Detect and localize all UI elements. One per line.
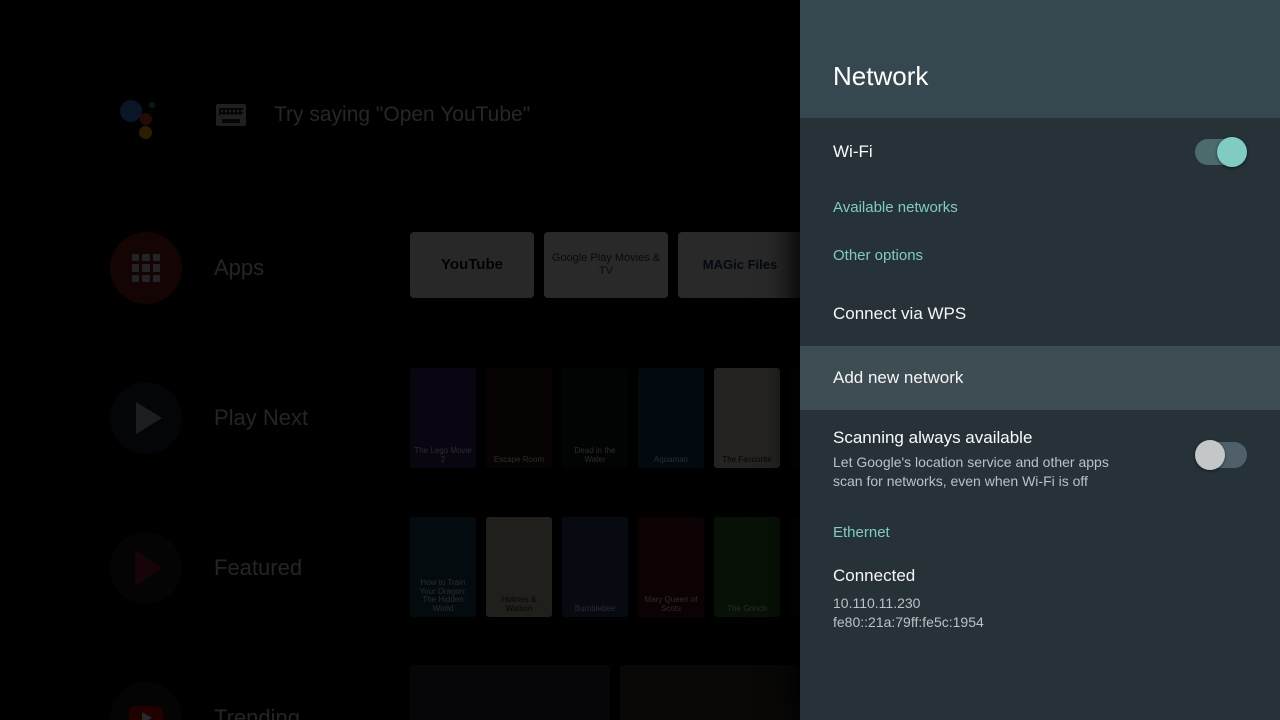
row-label-trending: Trending [214, 705, 301, 720]
app-tile[interactable]: MAGic Files [678, 232, 802, 298]
featured-poster-strip: How to Train Your Dragon: The Hidden Wor… [410, 517, 856, 617]
row-label-play-next: Play Next [214, 405, 309, 430]
connection-status: Connected [833, 566, 916, 585]
page-title: Network [833, 61, 929, 91]
ethernet-header: Ethernet [833, 523, 890, 541]
wifi-label: Wi-Fi [833, 142, 873, 161]
proxy-settings-item[interactable] [800, 663, 1280, 720]
network-settings-panel: Network Wi-Fi Available networks Other o… [800, 0, 1280, 720]
menu-item-add-new-network[interactable]: Add new network [800, 346, 1280, 410]
menu-item-connect-via-wps[interactable]: Connect via WPS [800, 282, 1280, 346]
app-tile[interactable]: YouTube [410, 232, 534, 298]
scanning-description: Let Google's location service and other … [833, 454, 1109, 490]
wifi-toggle[interactable] [1195, 137, 1247, 167]
app-tile[interactable]: Google Play Movies & TV [544, 232, 668, 298]
youtube-icon[interactable] [110, 682, 182, 720]
video-tile[interactable] [410, 665, 610, 720]
other-options-header: Other options [833, 246, 924, 264]
ipv6-address: fe80::21a:79ff:fe5c:1954 [833, 614, 984, 631]
poster-tile[interactable]: Bumblebee [562, 517, 628, 617]
poster-tile[interactable]: Mary Queen of Scots [638, 517, 704, 617]
poster-tile[interactable]: Holmes & Watson [486, 517, 552, 617]
scanning-always-available-toggle[interactable] [1195, 440, 1247, 470]
trending-video-strip [410, 665, 820, 720]
poster-tile[interactable]: Escape Room [486, 368, 552, 468]
scanning-label: Scanning always available [833, 428, 1033, 447]
play-triangle-icon[interactable] [110, 382, 182, 454]
google-assistant-dots-icon [120, 95, 164, 139]
voice-search-bar[interactable]: Try saying "Open YouTube" [120, 92, 531, 139]
scanning-always-available-row[interactable]: Scanning always available Let Google's l… [800, 410, 1280, 506]
video-tile[interactable] [620, 665, 820, 720]
poster-tile[interactable]: How to Train Your Dragon: The Hidden Wor… [410, 517, 476, 617]
poster-tile[interactable]: Dead in the Water [562, 368, 628, 468]
row-label-apps: Apps [214, 255, 265, 280]
home-row-apps: Apps [110, 232, 264, 304]
ipv4-address: 10.110.11.230 [833, 595, 921, 611]
available-networks-header: Available networks [833, 198, 958, 216]
poster-tile[interactable]: The Favourite [714, 368, 780, 468]
keyboard-icon[interactable] [216, 104, 246, 126]
poster-tile[interactable]: The Grinch [714, 517, 780, 617]
wifi-toggle-row[interactable]: Wi-Fi [800, 118, 1280, 186]
poster-tile[interactable]: Aquaman [638, 368, 704, 468]
home-row-featured: Featured [110, 532, 302, 604]
google-play-icon[interactable] [110, 532, 182, 604]
apps-grid-icon[interactable] [110, 232, 182, 304]
row-label-featured: Featured [214, 555, 303, 580]
home-row-trending: Trending [110, 682, 300, 720]
search-hint-text: Try saying "Open YouTube" [274, 103, 531, 126]
poster-tile[interactable]: The Lego Movie 2 [410, 368, 476, 468]
home-row-play-next: Play Next [110, 382, 308, 454]
play-next-poster-strip: The Lego Movie 2 Escape Room Dead in the… [410, 368, 856, 468]
panel-header: Network [800, 0, 1280, 118]
android-tv-screen: Try saying "Open YouTube" Apps YouTube G… [0, 0, 1280, 720]
